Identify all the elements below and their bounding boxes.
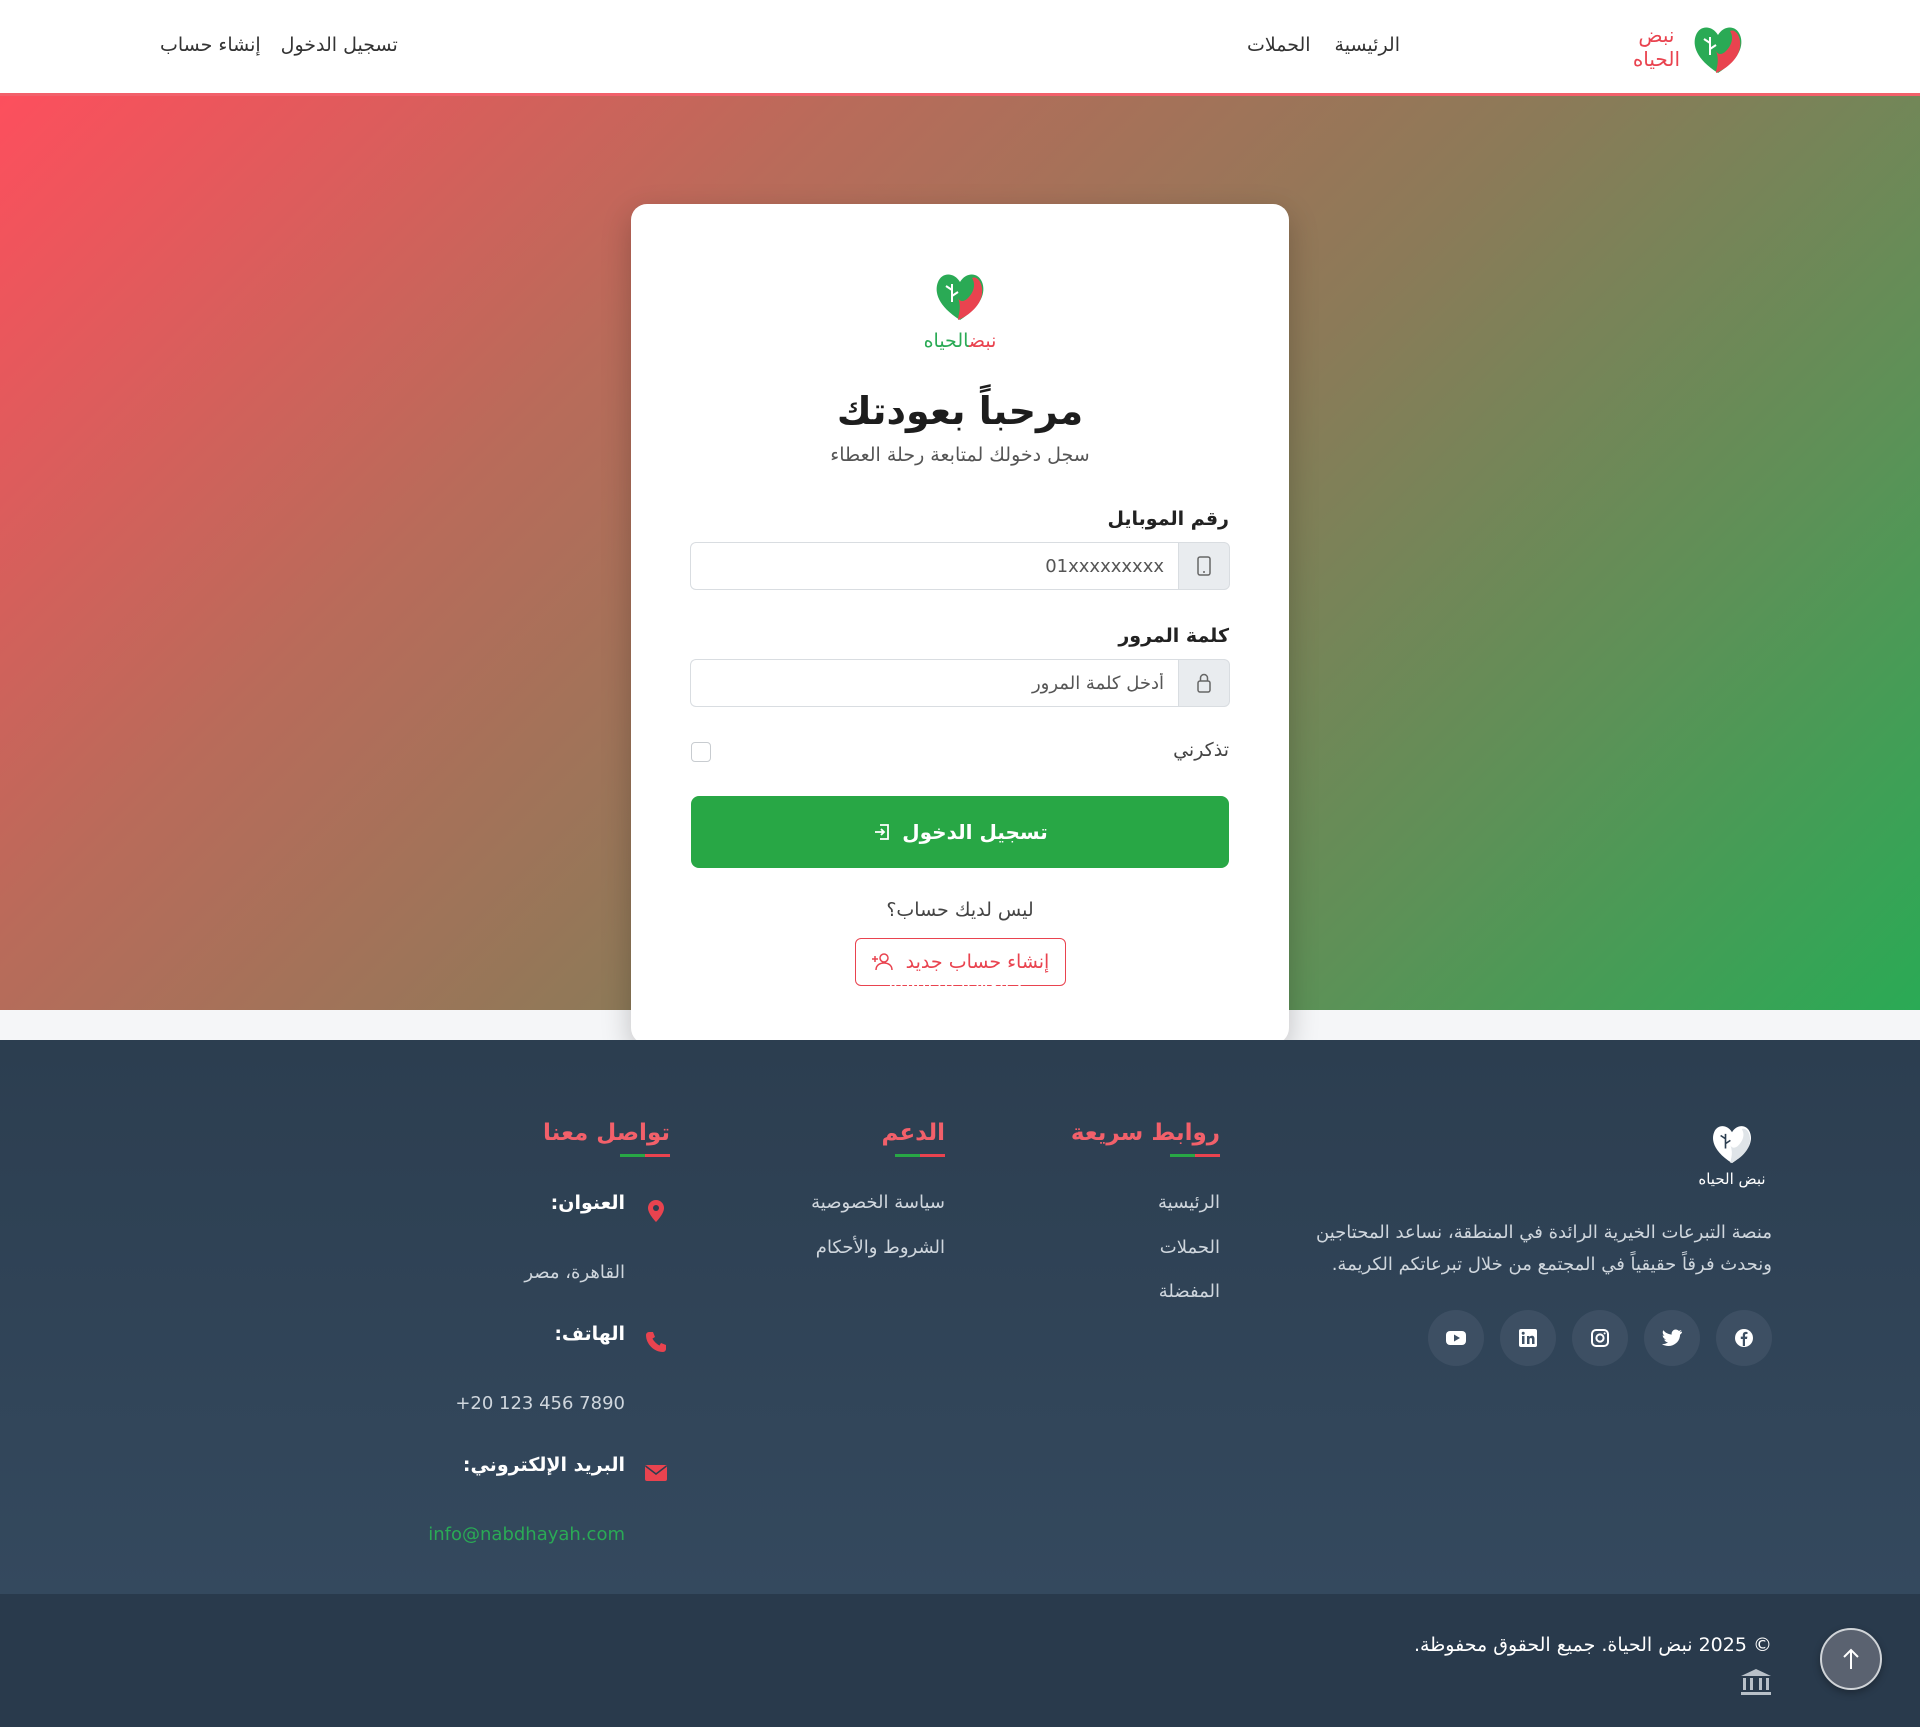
mobile-phone-icon — [1178, 542, 1230, 590]
nav-login-link[interactable]: تسجيل الدخول — [281, 34, 398, 56]
footer-logo: نبض الحياه — [1692, 1116, 1772, 1196]
password-label: كلمة المرور — [1118, 625, 1229, 647]
contact-title: تواصل معنا — [543, 1120, 670, 1157]
remember-me-label[interactable]: تذكرني — [1173, 739, 1229, 761]
brand-line1: نبض — [1638, 23, 1675, 47]
linkedin-icon[interactable] — [1500, 1310, 1556, 1366]
contact-address-label: العنوان: — [550, 1192, 625, 1214]
quick-links-title: روابط سريعة — [1071, 1120, 1220, 1157]
card-logo: نبضالحياه — [910, 262, 1010, 372]
main-nav: الرئيسية الحملات — [1247, 34, 1400, 56]
phone-icon — [642, 1328, 670, 1356]
nav-link-home[interactable]: الرئيسية — [1335, 34, 1400, 56]
copyright-text: © 2025 نبض الحياة. جميع الحقوق محفوظة. — [1413, 1634, 1772, 1656]
login-button-label: تسجيل الدخول — [902, 820, 1048, 844]
support-title: الدعم — [881, 1120, 945, 1157]
footer-link-favorites[interactable]: المفضلة — [1159, 1281, 1220, 1302]
scroll-to-top-button[interactable] — [1820, 1628, 1882, 1690]
footer-link-campaigns[interactable]: الحملات — [1160, 1237, 1220, 1258]
card-logo-part2: الحياه — [923, 330, 969, 352]
map-marker-icon — [642, 1197, 670, 1225]
back-to-home-link[interactable]: ← العودة للرئيسية — [0, 972, 1920, 994]
page-title: مرحباً بعودتك — [836, 389, 1084, 433]
nav-link-campaigns[interactable]: الحملات — [1247, 34, 1311, 56]
footer-logo-text: نبض الحياه — [1698, 1170, 1766, 1188]
no-account-text: ليس لديك حساب؟ — [886, 899, 1034, 921]
lock-icon — [1178, 659, 1230, 707]
contact-phone-value: +20 123 456 7890 — [455, 1393, 625, 1414]
phone-input-group — [690, 542, 1230, 590]
bottom-bar: © 2025 نبض الحياة. جميع الحقوق محفوظة. — [0, 1594, 1920, 1727]
contact-email-value[interactable]: info@nabdhayah.com — [428, 1524, 625, 1545]
nav-register-link[interactable]: إنشاء حساب — [160, 34, 261, 56]
heart-hand-logo-icon — [936, 274, 984, 320]
login-card: نبضالحياه مرحباً بعودتك سجل دخولك لمتابع… — [631, 204, 1289, 1044]
footer-link-home[interactable]: الرئيسية — [1158, 1192, 1220, 1213]
footer-description: منصة التبرعات الخيرية الرائدة في المنطقة… — [1316, 1222, 1772, 1275]
user-plus-icon — [871, 953, 893, 971]
facebook-icon[interactable] — [1716, 1310, 1772, 1366]
page-subtitle: سجل دخولك لمتابعة رحلة العطاء — [830, 444, 1090, 466]
remember-me-checkbox[interactable] — [691, 742, 711, 762]
phone-label: رقم الموبايل — [1107, 508, 1229, 530]
instagram-icon[interactable] — [1572, 1310, 1628, 1366]
card-logo-part1: نبض — [968, 330, 997, 352]
contact-email-label: البريد الإلكتروني: — [462, 1454, 625, 1476]
youtube-icon[interactable] — [1428, 1310, 1484, 1366]
social-links — [1428, 1310, 1772, 1366]
auth-nav: تسجيل الدخول إنشاء حساب — [160, 34, 398, 56]
contact-address-value: القاهرة، مصر — [524, 1262, 625, 1283]
envelope-icon — [642, 1459, 670, 1487]
arrow-up-icon — [1843, 1648, 1859, 1669]
brand-line2: الحياه — [1632, 47, 1680, 71]
hero-section: نبضالحياه مرحباً بعودتك سجل دخولك لمتابع… — [0, 96, 1920, 1044]
heart-hand-logo-icon — [1713, 1126, 1751, 1164]
brand-logo[interactable]: نبض الحياه — [1620, 12, 1750, 82]
heart-hand-logo-icon — [1694, 27, 1742, 73]
phone-input[interactable] — [690, 542, 1178, 590]
brand-text: نبض الحياه — [1633, 23, 1680, 71]
password-input[interactable] — [690, 659, 1178, 707]
register-button-label: إنشاء حساب جديد — [905, 951, 1050, 973]
login-button[interactable]: تسجيل الدخول — [691, 796, 1229, 868]
sign-in-icon — [875, 824, 890, 840]
contact-phone-label: الهاتف: — [554, 1323, 625, 1345]
navbar: نبض الحياه الرئيسية الحملات تسجيل الدخول… — [0, 0, 1920, 96]
bank-icon — [1740, 1668, 1772, 1700]
password-input-group — [690, 659, 1230, 707]
footer-link-privacy[interactable]: سياسة الخصوصية — [811, 1192, 945, 1213]
footer-link-terms[interactable]: الشروط والأحكام — [816, 1237, 945, 1258]
footer: نبض الحياه منصة التبرعات الخيرية الرائدة… — [0, 1040, 1920, 1594]
card-logo-text: نبضالحياه — [910, 330, 1010, 352]
twitter-icon[interactable] — [1644, 1310, 1700, 1366]
